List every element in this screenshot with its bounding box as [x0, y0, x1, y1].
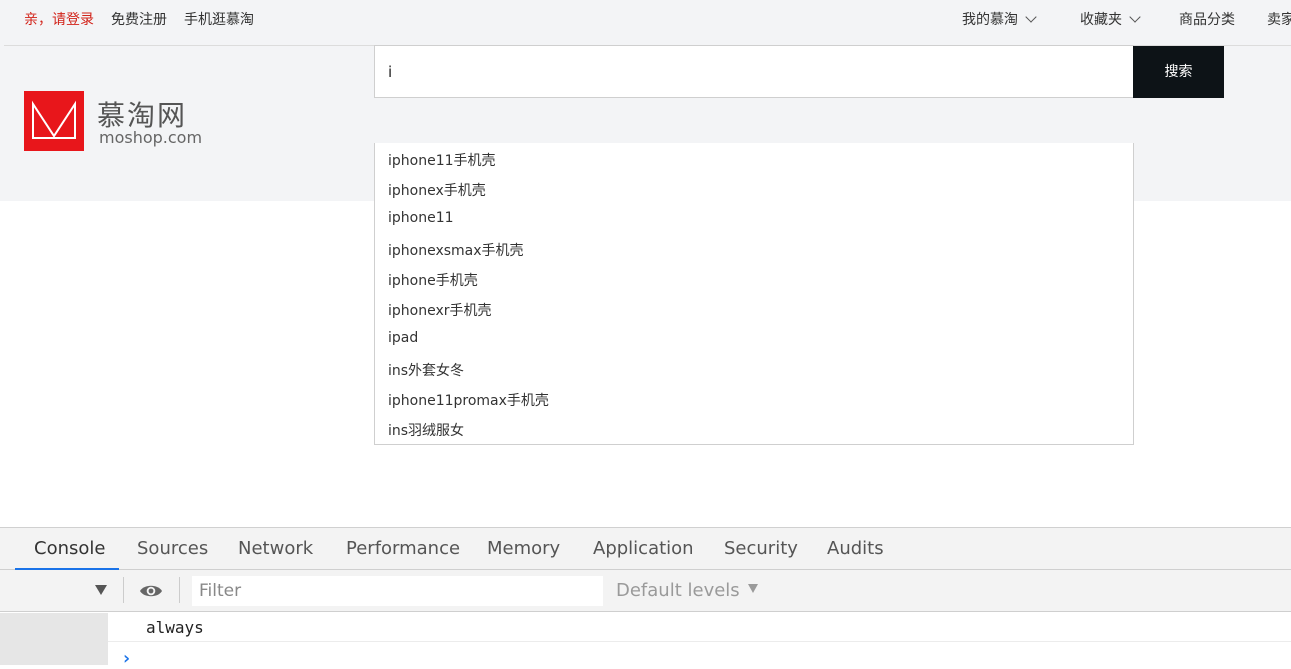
suggestion-item[interactable]: iphone手机壳	[388, 270, 478, 290]
console-toolbar: Filter Default levels	[0, 570, 1291, 612]
suggestion-item[interactable]: iphone11手机壳	[388, 150, 496, 170]
suggestion-item[interactable]: iphone11	[388, 210, 454, 226]
chevron-down-icon	[1025, 11, 1037, 23]
tab-application[interactable]: Application	[593, 538, 694, 559]
devtools-tabbar: Console Sources Network Performance Memo…	[0, 527, 1291, 570]
tab-sources[interactable]: Sources	[137, 538, 208, 559]
console-prompt-icon[interactable]: ›	[121, 648, 132, 669]
filter-placeholder: Filter	[199, 581, 242, 601]
log-levels-label: Default levels	[616, 580, 740, 601]
favorites-menu[interactable]: 收藏夹	[1080, 9, 1141, 29]
register-link[interactable]: 免费注册	[111, 9, 167, 29]
tab-security[interactable]: Security	[724, 538, 798, 559]
seller-link[interactable]: 卖家	[1267, 9, 1291, 29]
tab-audits[interactable]: Audits	[827, 538, 884, 559]
context-dropdown-icon[interactable]	[95, 585, 107, 595]
my-moshop-menu[interactable]: 我的慕淘	[962, 9, 1037, 29]
logo-mark-icon[interactable]	[24, 91, 84, 151]
chevron-down-icon	[1129, 11, 1141, 23]
logo-domain: moshop.com	[99, 128, 203, 147]
divider	[179, 577, 180, 603]
tab-memory[interactable]: Memory	[487, 538, 560, 559]
search-input[interactable]	[375, 46, 1133, 97]
suggestion-item[interactable]: iphonexr手机壳	[388, 300, 492, 320]
search-box	[374, 45, 1134, 98]
suggestion-item[interactable]: iphonex手机壳	[388, 180, 486, 200]
filter-input[interactable]: Filter	[192, 576, 603, 606]
eye-icon[interactable]	[139, 582, 163, 604]
suggestion-item[interactable]: ins外套女冬	[388, 360, 464, 380]
log-levels-dropdown[interactable]: Default levels	[616, 580, 758, 601]
suggestion-item[interactable]: iphone11promax手机壳	[388, 390, 549, 410]
login-link[interactable]: 亲，请登录	[24, 9, 94, 29]
search-suggestions: iphone11手机壳 iphonex手机壳 iphone11 iphonexs…	[374, 143, 1134, 445]
tab-console[interactable]: Console	[34, 538, 105, 559]
tab-performance[interactable]: Performance	[346, 538, 460, 559]
my-moshop-label: 我的慕淘	[962, 12, 1018, 28]
favorites-label: 收藏夹	[1080, 12, 1122, 28]
console-message-text: always	[146, 618, 204, 637]
suggestion-item[interactable]: iphonexsmax手机壳	[388, 240, 524, 260]
mobile-link[interactable]: 手机逛慕淘	[184, 9, 254, 29]
categories-link[interactable]: 商品分类	[1179, 9, 1235, 29]
caret-down-icon	[747, 584, 758, 593]
suggestion-item[interactable]: ipad	[388, 330, 418, 346]
search-button[interactable]: 搜索	[1133, 46, 1224, 98]
console-message: always	[108, 613, 1291, 642]
divider	[123, 577, 124, 603]
console-gutter	[0, 613, 108, 665]
site-topbar: 亲，请登录 免费注册 手机逛慕淘 我的慕淘 收藏夹 商品分类 卖家	[0, 0, 1291, 46]
suggestion-item[interactable]: ins羽绒服女	[388, 420, 464, 440]
tab-network[interactable]: Network	[238, 538, 313, 559]
